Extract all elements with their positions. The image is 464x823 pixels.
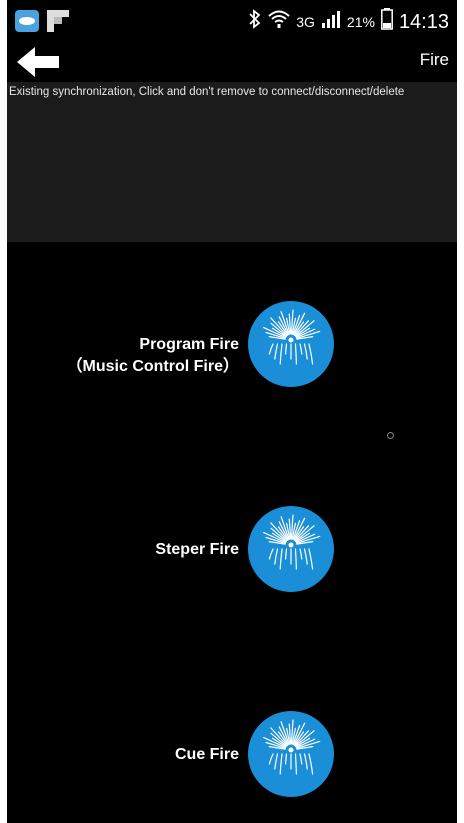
sync-panel[interactable]: Existing synchronization, Click and don'…: [7, 82, 457, 242]
steper-fire-row: Steper Fire: [7, 505, 457, 595]
program-fire-button[interactable]: [247, 300, 335, 388]
cue-fire-label: Cue Fire: [174, 746, 239, 763]
status-bar: 3G 21% 14:13: [7, 0, 457, 44]
program-fire-subtitle: （Music Control Fire）: [66, 358, 239, 375]
app-icon: [15, 10, 39, 37]
bluetooth-icon: [248, 9, 262, 35]
back-arrow-icon: [17, 47, 59, 77]
firework-icon: [248, 506, 334, 592]
cue-fire-button[interactable]: [247, 710, 335, 798]
back-button[interactable]: [15, 46, 63, 78]
steper-fire-label: Steper Fire: [155, 541, 239, 558]
steper-fire-button[interactable]: [247, 505, 335, 593]
signal-icon: [321, 9, 341, 35]
network-type: 3G: [296, 14, 315, 30]
scroll-indicator-dot: [387, 432, 394, 439]
app-screen: 3G 21% 14:13 Fire Existing synchronizati…: [7, 0, 457, 823]
firework-icon: [248, 301, 334, 387]
program-fire-title: Program Fire: [139, 336, 239, 353]
firework-icon: [248, 711, 334, 797]
program-fire-label: Program Fire （Music Control Fire）: [67, 334, 239, 378]
wifi-icon: [268, 9, 290, 35]
program-fire-row: Program Fire （Music Control Fire）: [7, 300, 457, 390]
flipboard-icon: [47, 10, 69, 37]
cue-fire-row: Cue Fire: [7, 710, 457, 800]
page-title: Fire: [419, 50, 449, 69]
battery-percent: 21%: [346, 14, 375, 30]
status-right: 3G 21% 14:13: [248, 8, 449, 36]
app-bar: Fire: [7, 44, 457, 82]
clock: 14:13: [398, 10, 449, 33]
sync-message: Existing synchronization, Click and don'…: [9, 86, 405, 98]
status-left: [15, 10, 69, 37]
battery-icon: [380, 8, 393, 36]
